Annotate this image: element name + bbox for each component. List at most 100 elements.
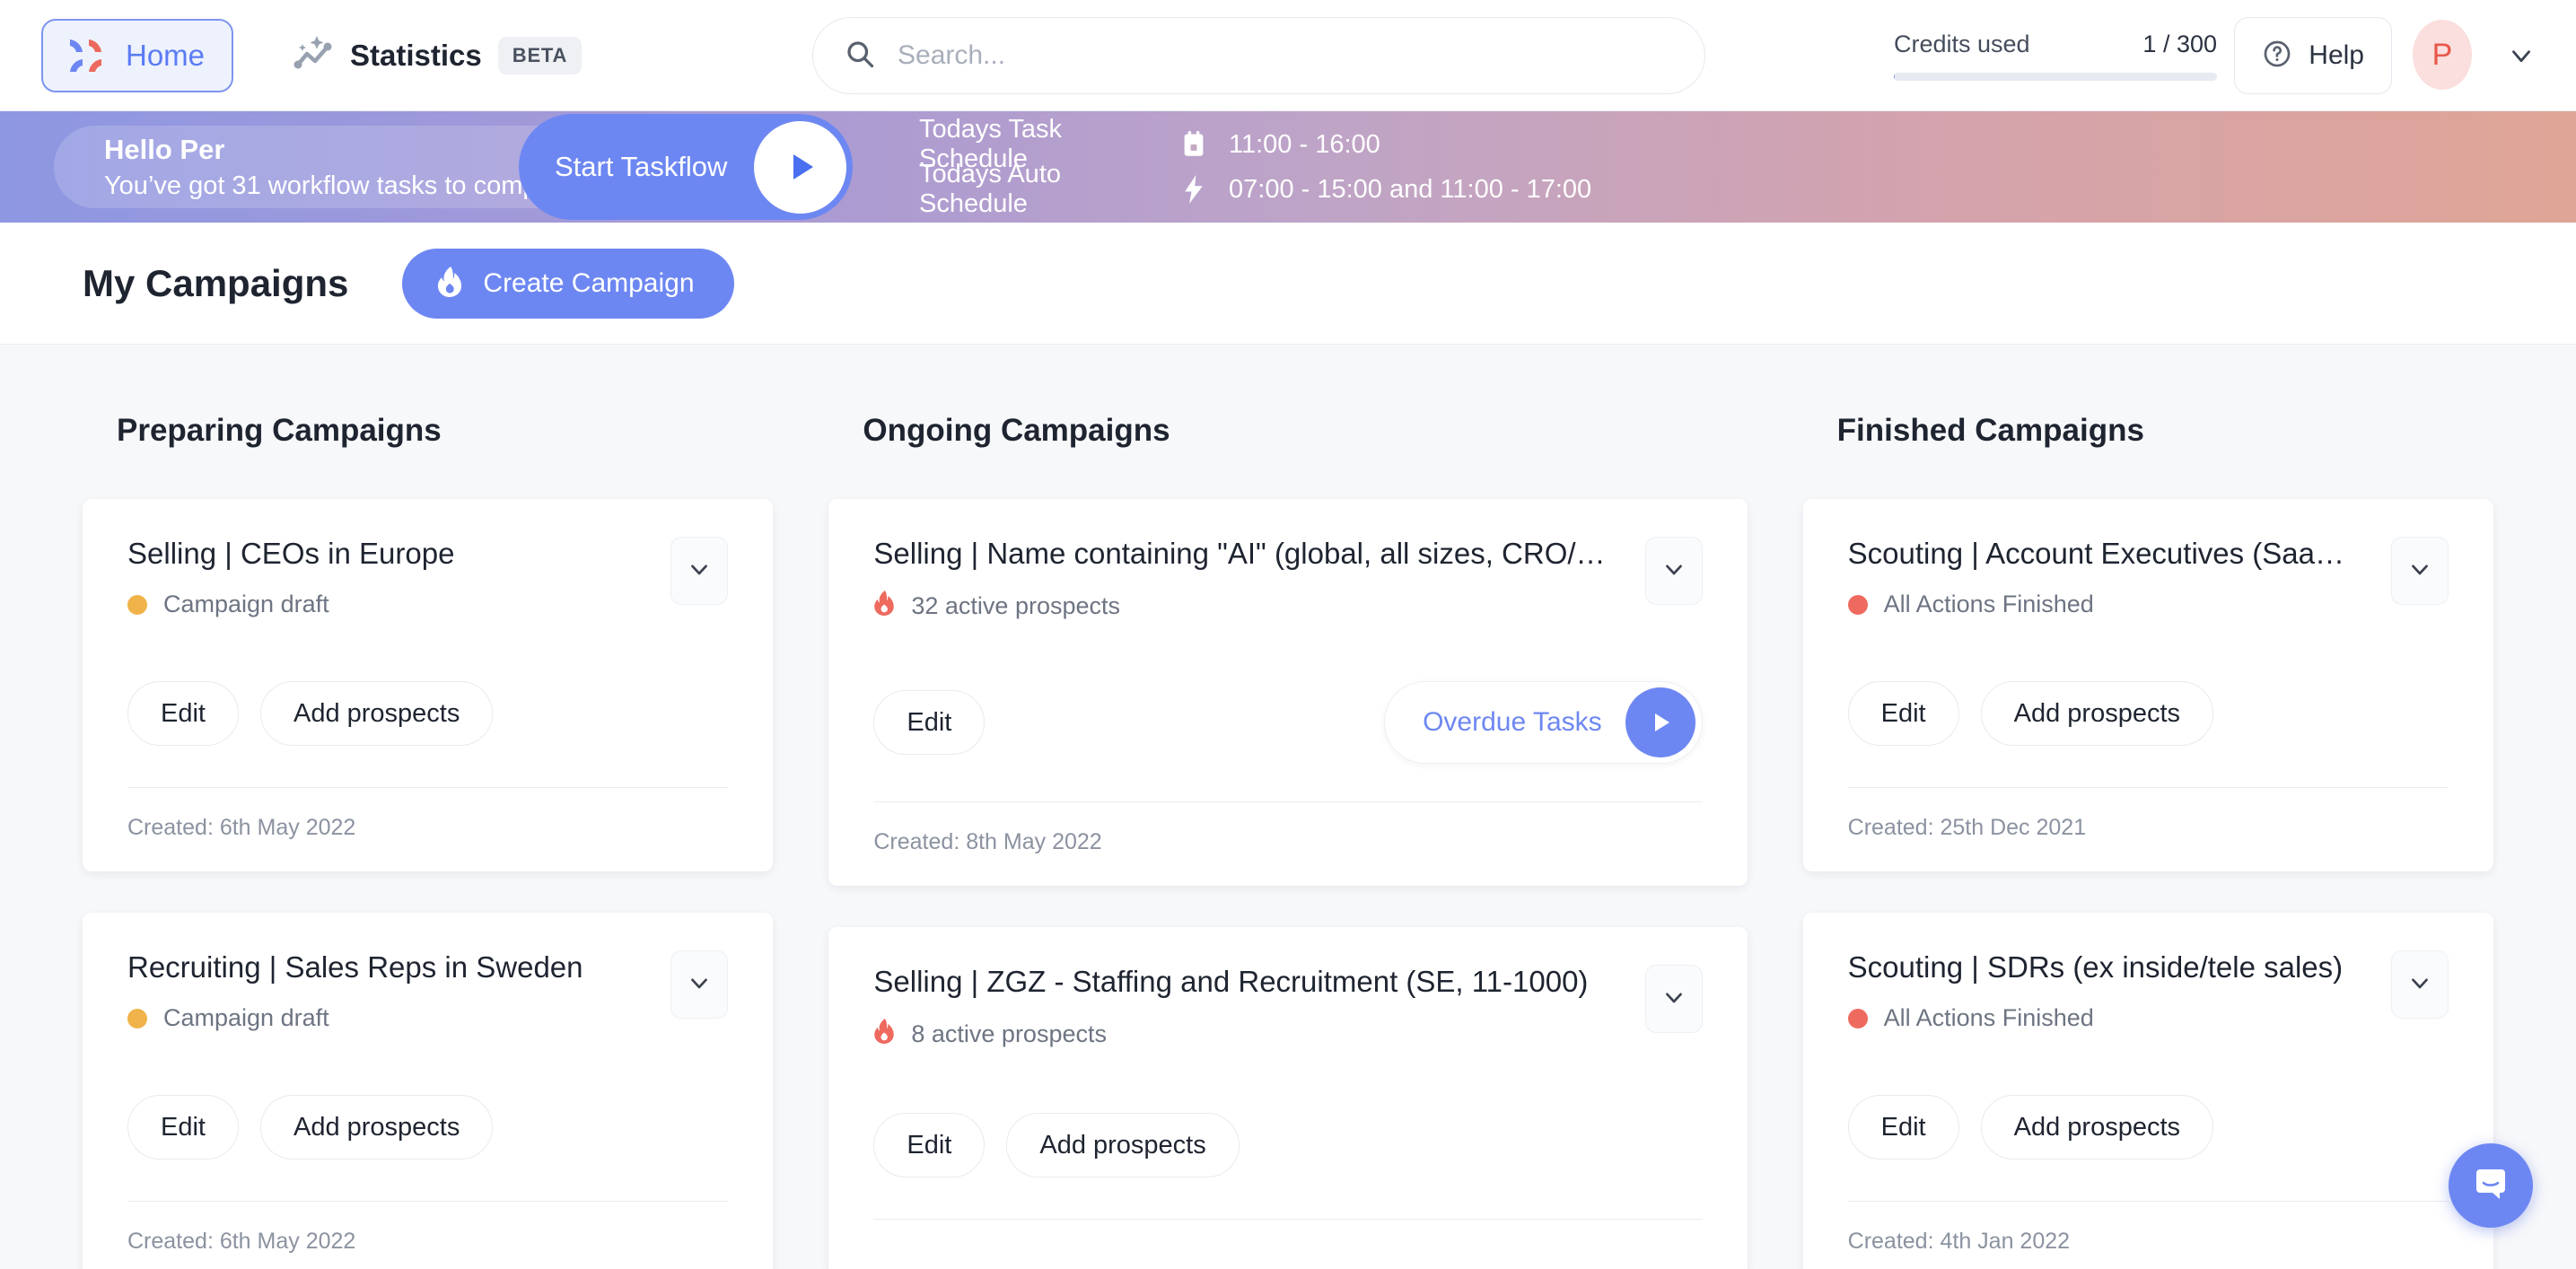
- status-dot: [127, 1008, 147, 1028]
- greeting-banner: Hello Per You’ve got 31 workflow tasks t…: [0, 111, 2576, 223]
- search-icon: [844, 38, 876, 74]
- edit-button[interactable]: Edit: [873, 1113, 986, 1177]
- chevron-down-icon: [1660, 984, 1687, 1015]
- chevron-down-icon: [686, 556, 713, 587]
- beta-badge: BETA: [497, 36, 583, 74]
- credits-label: Credits used: [1894, 31, 2030, 57]
- campaign-card[interactable]: Scouting | SDRs (ex inside/tele sales) A…: [1802, 913, 2494, 1269]
- campaign-card[interactable]: Selling | Name containing "AI" (global, …: [828, 499, 1748, 886]
- nav-item-home-label: Home: [126, 38, 206, 72]
- flame-icon: [873, 1019, 895, 1050]
- campaign-name: Selling | ZGZ - Staffing and Recruitment…: [873, 965, 1589, 998]
- edit-button[interactable]: Edit: [1847, 681, 1959, 746]
- credits-progress-bar: [1894, 73, 2217, 81]
- add-prospects-button[interactable]: Add prospects: [1980, 1095, 2214, 1160]
- campaign-created-date: Created: 4th Jan 2022: [1847, 1229, 2071, 1254]
- column-ongoing-campaigns: Ongoing Campaigns Selling | Name contain…: [828, 345, 1748, 1269]
- search-input[interactable]: [898, 40, 1674, 71]
- status-text: 8 active prospects: [911, 1020, 1107, 1047]
- column-finished-campaigns: Finished Campaigns Scouting | Account Ex…: [1802, 345, 2494, 1269]
- campaign-card[interactable]: Selling | CEOs in Europe Campaign draft …: [83, 499, 774, 871]
- expand-card-button[interactable]: [2391, 537, 2449, 605]
- campaign-name: Scouting | SDRs (ex inside/tele sales): [1847, 950, 2344, 984]
- page-title: My Campaigns: [83, 261, 349, 304]
- create-campaign-label: Create Campaign: [483, 267, 695, 298]
- add-prospects-button[interactable]: Add prospects: [259, 1095, 494, 1160]
- add-prospects-button[interactable]: Add prospects: [1980, 681, 2214, 746]
- status-text: 32 active prospects: [911, 592, 1120, 619]
- status-dot: [1847, 1008, 1868, 1028]
- greeting-title: Hello Per: [104, 133, 225, 165]
- start-taskflow-button[interactable]: Start Taskflow: [519, 114, 853, 220]
- greeting-subtitle: You’ve got 31 workflow tasks to complete: [104, 171, 580, 200]
- campaign-card[interactable]: Scouting | Account Executives (Saa… All …: [1802, 499, 2494, 871]
- chevron-down-icon: [2406, 556, 2433, 587]
- campaign-card[interactable]: Recruiting | Sales Reps in Sweden Campai…: [83, 913, 774, 1269]
- expand-card-button[interactable]: [670, 950, 729, 1019]
- overdue-tasks-button[interactable]: Overdue Tasks: [1384, 681, 1703, 764]
- chevron-down-icon: [1660, 556, 1687, 587]
- add-prospects-button[interactable]: Add prospects: [259, 681, 494, 746]
- campaign-created-date: [873, 1220, 1702, 1269]
- campaign-name: Scouting | Account Executives (Saa…: [1847, 537, 2345, 570]
- nav-item-home[interactable]: Home: [41, 18, 234, 92]
- campaign-name: Recruiting | Sales Reps in Sweden: [127, 950, 583, 984]
- campaign-created-date: Created: 8th May 2022: [873, 829, 1102, 854]
- add-prospects-button[interactable]: Add prospects: [1006, 1113, 1240, 1177]
- credits-value: 1 / 300: [2142, 31, 2217, 57]
- campaigns-header: My Campaigns Create Campaign: [0, 223, 2576, 345]
- chat-bubble-icon: [2469, 1162, 2512, 1210]
- edit-button[interactable]: Edit: [127, 681, 239, 746]
- status-text: All Actions Finished: [1883, 1004, 2094, 1031]
- column-preparing-campaigns: Preparing Campaigns Selling | CEOs in Eu…: [83, 345, 774, 1269]
- campaign-created-date: Created: 6th May 2022: [127, 1229, 356, 1254]
- campaign-board: Preparing Campaigns Selling | CEOs in Eu…: [0, 345, 2576, 1269]
- credits-meter: Credits used 1 / 300: [1894, 31, 2217, 81]
- create-campaign-button[interactable]: Create Campaign: [402, 248, 734, 319]
- nav-item-statistics-label: Statistics: [350, 38, 482, 72]
- schedule-row-auto: Todays Auto Schedule 07:00 - 15:00 and 1…: [919, 160, 1591, 218]
- nav-item-statistics[interactable]: Statistics BETA: [293, 34, 583, 76]
- edit-button[interactable]: Edit: [1847, 1095, 1959, 1160]
- chevron-down-icon: [2406, 969, 2433, 1001]
- status-text: Campaign draft: [163, 1004, 329, 1031]
- column-title: Preparing Campaigns: [117, 413, 442, 448]
- campaign-card[interactable]: Selling | ZGZ - Staffing and Recruitment…: [828, 927, 1748, 1269]
- expand-card-button[interactable]: [1644, 965, 1703, 1033]
- overdue-tasks-label: Overdue Tasks: [1423, 707, 1602, 737]
- flame-icon: [873, 591, 895, 622]
- status-dot: [1847, 594, 1868, 615]
- chevron-down-icon: [686, 969, 713, 1001]
- edit-button[interactable]: Edit: [127, 1095, 239, 1160]
- expand-card-button[interactable]: [1644, 537, 1703, 605]
- expand-card-button[interactable]: [670, 537, 729, 605]
- question-circle-icon: [2262, 39, 2292, 74]
- column-title: Finished Campaigns: [1836, 413, 2144, 448]
- intercom-chat-launcher[interactable]: [2449, 1143, 2533, 1228]
- column-title: Ongoing Campaigns: [863, 413, 1170, 448]
- schedule-list: Todays Task Schedule 11:00 - 16:00 Today…: [919, 115, 1591, 218]
- play-icon: [754, 120, 846, 214]
- chevron-down-icon[interactable]: [2506, 40, 2537, 75]
- greeting-card: Hello Per You’ve got 31 workflow tasks t…: [54, 114, 853, 220]
- logo-arcs-icon: [65, 36, 108, 75]
- status-text: Campaign draft: [163, 591, 329, 617]
- status-text: All Actions Finished: [1883, 591, 2094, 617]
- help-button-label: Help: [2309, 40, 2364, 70]
- avatar[interactable]: P: [2413, 20, 2472, 90]
- schedule-value: 11:00 - 16:00: [1229, 129, 1380, 159]
- calendar-icon: [1175, 131, 1213, 158]
- top-navigation-bar: Home Statistics BETA Credits used 1 / 30…: [0, 0, 2576, 111]
- campaign-created-date: Created: 25th Dec 2021: [1847, 815, 2087, 840]
- edit-button[interactable]: Edit: [873, 690, 986, 755]
- expand-card-button[interactable]: [2391, 950, 2449, 1019]
- statistics-sparkline-icon: [293, 34, 334, 76]
- flame-icon: [436, 267, 463, 300]
- campaign-name: Selling | CEOs in Europe: [127, 537, 455, 570]
- schedule-label: Todays Auto Schedule: [919, 160, 1061, 218]
- lightning-bolt-icon: [1175, 175, 1213, 204]
- search-bar[interactable]: [812, 17, 1705, 94]
- start-taskflow-label: Start Taskflow: [555, 151, 728, 182]
- play-icon: [1625, 687, 1695, 757]
- help-button[interactable]: Help: [2234, 17, 2392, 94]
